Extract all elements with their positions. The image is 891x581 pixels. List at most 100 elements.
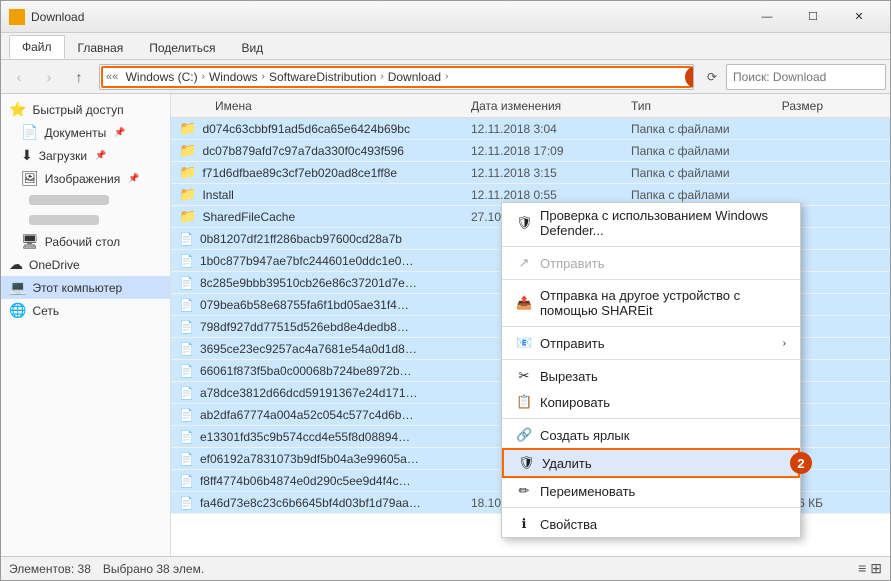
file-name-label: 0b81207df21ff286bacb97600cd28a7b [200, 232, 402, 246]
sidebar-item-network[interactable]: 🌐 Сеть [1, 299, 170, 322]
file-name-cell: 📄 fa46d73e8c23c6b6645bf4d03bf1d79aa… [171, 496, 471, 510]
file-name-label: 1b0c877b947ae7bfc244601e0ddc1e0… [200, 254, 414, 268]
ribbon-tab-bar: Файл Главная Поделиться Вид [1, 33, 890, 59]
file-icon: 📄 [179, 320, 194, 334]
file-name-label: 798df927dd77515d526ebd8e4dedb8… [200, 320, 409, 334]
address-segment-download: Download [388, 70, 441, 84]
tab-share[interactable]: Поделиться [136, 36, 228, 59]
sidebar-item-downloads[interactable]: ⬇ Загрузки 📌 [1, 144, 170, 167]
defender-icon: 🛡 [516, 215, 532, 231]
pin-icon-docs: 📌 [114, 127, 125, 138]
ctx-copy[interactable]: 📋 Копировать [502, 389, 800, 415]
sidebar-item-onedrive[interactable]: ☁ OneDrive [1, 253, 170, 276]
ctx-delete[interactable]: 🛡 Удалить 2 [502, 448, 800, 478]
ctx-defender[interactable]: 🛡 Проверка с использованием Windows Defe… [502, 203, 800, 243]
grid-view-icon[interactable]: ⊞ [870, 560, 882, 577]
refresh-button[interactable]: ⟳ [700, 65, 724, 89]
table-row[interactable]: 📁 d074c63cbbf91ad5d6ca65e6424b69bc 12.11… [171, 118, 890, 140]
back-button[interactable]: ‹ [5, 63, 33, 91]
pin-icon-img: 📌 [128, 173, 139, 184]
close-button[interactable]: ✕ [836, 1, 882, 33]
props-icon: ℹ [516, 516, 532, 532]
sidebar-item-images[interactable]: 🖼 Изображения 📌 [1, 167, 170, 190]
ctx-copy-label: Копировать [540, 395, 610, 410]
status-selected: Выбрано 38 элем. [103, 562, 204, 576]
file-icon: 📄 [179, 364, 194, 378]
table-row[interactable]: 📁 dc07b879afd7c97a7da330f0c493f596 12.11… [171, 140, 890, 162]
file-name-label: 66061f873f5ba0c00068b724be8972b… [200, 364, 412, 378]
file-name-cell: 📄 ef06192a7831073b9df5b04a3e99605a… [171, 452, 471, 466]
tab-file[interactable]: Файл [9, 35, 65, 59]
ribbon: Файл Главная Поделиться Вид [1, 33, 890, 60]
sidebar-label-desktop: Рабочий стол [45, 235, 120, 249]
sidebar-item-this-pc[interactable]: 💻 Этот компьютер [1, 276, 170, 299]
ctx-send2[interactable]: 📧 Отправить › [502, 330, 800, 356]
sidebar-item-desktop[interactable]: 🖥 Рабочий стол [1, 230, 170, 253]
folder-icon: 📁 [179, 208, 196, 225]
search-input[interactable] [733, 70, 888, 84]
sidebar-item-documents[interactable]: 📄 Документы 📌 [1, 121, 170, 144]
sidebar-item-blurred-2[interactable] [1, 210, 170, 230]
sidebar-label-quick: Быстрый доступ [32, 103, 123, 117]
file-icon: 📄 [179, 342, 194, 356]
ctx-shortcut[interactable]: 🔗 Создать ярлык [502, 422, 800, 448]
ctx-cut[interactable]: ✂ Вырезать [502, 363, 800, 389]
ctx-properties[interactable]: ℹ Свойства [502, 511, 800, 537]
file-icon: 📄 [179, 430, 194, 444]
ctx-shareit[interactable]: 📤 Отправка на другое устройство с помощь… [502, 283, 800, 323]
list-view-icon[interactable]: ≡ [858, 560, 866, 577]
forward-button[interactable]: › [35, 63, 63, 91]
network-icon: 🌐 [9, 302, 26, 319]
desktop-icon: 🖥 [21, 233, 39, 250]
tab-view[interactable]: Вид [228, 36, 276, 59]
window-controls: — ☐ ✕ [744, 1, 882, 33]
address-bar[interactable]: «« Windows (C:) › Windows › SoftwareDist… [99, 64, 694, 90]
folder-icon: 📁 [179, 186, 196, 203]
col-type-header: Тип [631, 99, 751, 113]
file-name-label: dc07b879afd7c97a7da330f0c493f596 [202, 144, 404, 158]
file-name-cell: 📁 Install [171, 186, 471, 203]
copy-icon: 📋 [516, 394, 532, 410]
file-name-cell: 📄 0b81207df21ff286bacb97600cd28a7b [171, 232, 471, 246]
window-icon [9, 9, 25, 25]
file-icon: 📄 [179, 276, 194, 290]
ctx-send1: ↗ Отправить [502, 250, 800, 276]
ctx-sep-1 [502, 246, 800, 247]
file-area: Имена Дата изменения Тип Размер 📁 d074c6… [171, 94, 890, 556]
ctx-rename[interactable]: ✏ Переименовать [502, 478, 800, 504]
file-name-cell: 📄 a78dce3812d66dcd59191367e24d171… [171, 386, 471, 400]
maximize-button[interactable]: ☐ [790, 1, 836, 33]
delete-shield-icon: 🛡 [518, 455, 534, 471]
sidebar-item-blurred-1[interactable] [1, 190, 170, 210]
file-date-cell: 12.11.2018 3:15 [471, 166, 631, 180]
minimize-button[interactable]: — [744, 1, 790, 33]
ctx-sep-6 [502, 507, 800, 508]
file-icon: 📄 [179, 474, 194, 488]
file-date-cell: 12.11.2018 17:09 [471, 144, 631, 158]
search-box[interactable]: 🔍 [726, 64, 886, 90]
file-name-cell: 📄 66061f873f5ba0c00068b724be8972b… [171, 364, 471, 378]
addr-arrow-4: › [445, 71, 448, 82]
file-icon: 📄 [179, 232, 194, 246]
badge-1: 1 [685, 66, 694, 88]
file-icon: 📄 [179, 452, 194, 466]
cloud-icon: ☁ [9, 256, 23, 273]
file-name-cell: 📁 d074c63cbbf91ad5d6ca65e6424b69bc [171, 120, 471, 137]
up-button[interactable]: ↑ [65, 63, 93, 91]
sidebar-label-thispc: Этот компьютер [32, 281, 122, 295]
file-name-cell: 📄 3695ce23ec9257ac4a7681e54a0d1d8… [171, 342, 471, 356]
file-name-cell: 📁 dc07b879afd7c97a7da330f0c493f596 [171, 142, 471, 159]
down-icon: ⬇ [21, 147, 33, 164]
table-row[interactable]: 📁 f71d6dfbae89c3cf7eb020ad8ce1ff8e 12.11… [171, 162, 890, 184]
file-date-cell: 12.11.2018 3:04 [471, 122, 631, 136]
pc-icon: 💻 [9, 279, 26, 296]
status-elements: Элементов: 38 [9, 562, 91, 576]
tab-home[interactable]: Главная [65, 36, 137, 59]
addr-arrow-1: › [202, 71, 205, 82]
sidebar-label-downloads: Загрузки [39, 149, 87, 163]
sidebar-item-quick-access[interactable]: ⭐ Быстрый доступ [1, 98, 170, 121]
segment-windows-label: Windows [209, 70, 258, 84]
file-name-label: a78dce3812d66dcd59191367e24d171… [200, 386, 418, 400]
file-icon: 📄 [179, 408, 194, 422]
ctx-send2-label: Отправить [540, 336, 604, 351]
